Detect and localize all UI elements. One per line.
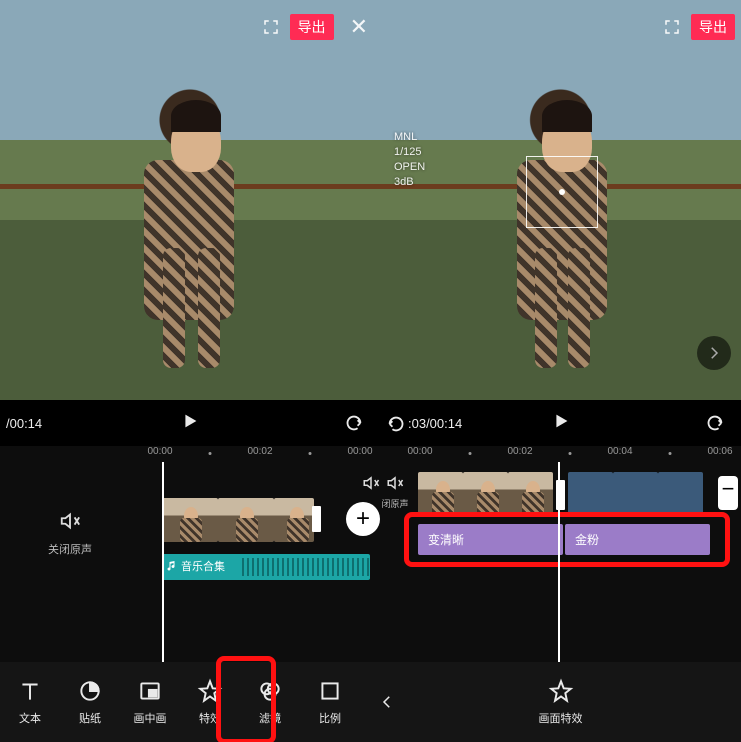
clip-thumb[interactable] xyxy=(658,472,703,516)
mute-original-label: 关闭原声 xyxy=(0,541,140,557)
ruler-tick: 00:06 xyxy=(707,446,732,457)
play-button[interactable] xyxy=(550,410,572,437)
ratio-tool[interactable]: 比例 xyxy=(300,678,360,726)
canvas-effects-tool[interactable]: 画面特效 xyxy=(531,678,591,726)
transition-handle[interactable] xyxy=(312,506,321,532)
playhead[interactable] xyxy=(162,462,164,662)
volume-off-icon[interactable] xyxy=(59,510,81,532)
clip-thumb[interactable] xyxy=(568,472,613,516)
ruler-tick: 00:04 xyxy=(607,446,632,457)
effect-clarity[interactable]: 变清晰 xyxy=(418,524,563,555)
clip-thumb[interactable] xyxy=(274,498,314,542)
preview-left[interactable]: 导出 ✕ xyxy=(0,0,380,400)
end-handle[interactable]: − xyxy=(718,476,738,510)
clip-thumb[interactable] xyxy=(463,472,508,516)
ruler-tick: 00:02 xyxy=(507,446,532,457)
filter-tool[interactable]: 滤镜 xyxy=(240,678,300,726)
sticker-tool[interactable]: 贴纸 xyxy=(60,678,120,726)
export-button[interactable]: 导出 xyxy=(691,14,735,40)
audio-label: 音乐合集 xyxy=(181,558,225,574)
ruler-tick: 00:00 xyxy=(347,446,372,457)
preview-right[interactable]: 导出 MNL 1/125 OPEN 3dB xyxy=(380,0,741,400)
ruler-dot xyxy=(309,452,312,455)
fullscreen-icon[interactable] xyxy=(663,18,681,36)
playhead[interactable] xyxy=(558,462,560,662)
audio-track[interactable]: 音乐合集 xyxy=(162,554,370,580)
clip-thumb[interactable] xyxy=(418,472,463,516)
volume-off-icon[interactable]: 闭原声 xyxy=(378,474,412,510)
effects-tool[interactable]: 特效 xyxy=(180,678,240,726)
music-note-icon xyxy=(166,560,178,572)
effect-gold-dust[interactable]: 金粉 xyxy=(565,524,710,555)
bottom-toolbar: 文本 贴纸 画中画 特效 滤镜 比例 xyxy=(0,662,380,742)
ruler-tick: 00:00 xyxy=(407,446,432,457)
camera-meta: MNL 1/125 OPEN 3dB xyxy=(394,130,425,189)
add-clip-button[interactable]: + xyxy=(346,502,380,536)
clip-thumb[interactable] xyxy=(162,498,218,542)
clip-thumb[interactable] xyxy=(218,498,274,542)
next-button[interactable] xyxy=(697,336,731,370)
redo-arrow-icon[interactable] xyxy=(386,413,408,440)
timecode: /00:14 xyxy=(0,416,42,431)
ruler-tick: 00:02 xyxy=(247,446,272,457)
undo-button[interactable] xyxy=(342,412,364,439)
fullscreen-icon[interactable] xyxy=(262,18,280,36)
toolbar-back-button[interactable] xyxy=(375,682,399,722)
export-button[interactable]: 导出 xyxy=(290,14,334,40)
clip-thumb[interactable] xyxy=(613,472,658,516)
close-button[interactable]: ✕ xyxy=(344,14,374,40)
pip-tool[interactable]: 画中画 xyxy=(120,678,180,726)
ruler-dot xyxy=(209,452,212,455)
play-button[interactable] xyxy=(179,410,201,437)
bottom-toolbar: 画面特效 xyxy=(380,662,741,742)
clip-thumb[interactable] xyxy=(508,472,553,516)
text-tool[interactable]: 文本 xyxy=(0,678,60,726)
focus-box[interactable] xyxy=(526,156,598,228)
undo-button[interactable] xyxy=(703,412,725,439)
ruler-tick: 00:00 xyxy=(147,446,172,457)
